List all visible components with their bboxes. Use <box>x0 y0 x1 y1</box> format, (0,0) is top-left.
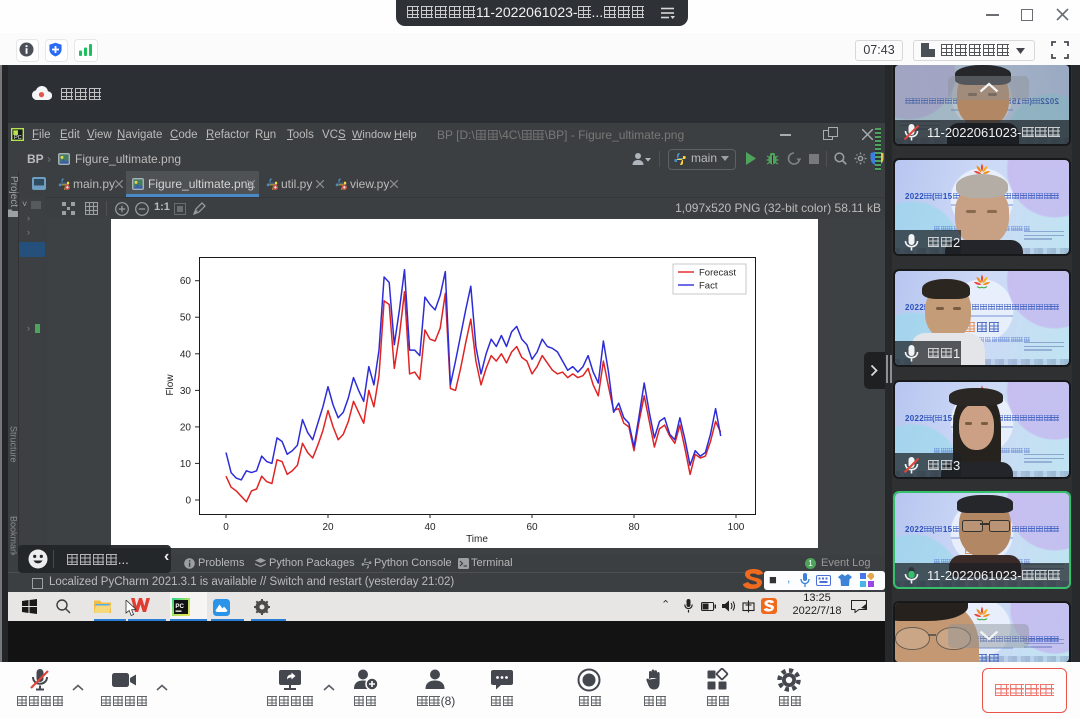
svg-text:Forecast: Forecast <box>699 268 736 279</box>
svg-text:Time: Time <box>466 534 488 545</box>
svg-text:20: 20 <box>322 522 334 533</box>
svg-text:100: 100 <box>728 522 745 533</box>
svg-text:20: 20 <box>180 422 192 433</box>
svg-text:40: 40 <box>424 522 436 533</box>
svg-text:Flow: Flow <box>165 374 176 396</box>
svg-text:0: 0 <box>185 496 191 507</box>
svg-text:10: 10 <box>180 459 192 470</box>
svg-text:80: 80 <box>628 522 640 533</box>
svg-text:Fact: Fact <box>699 281 718 292</box>
svg-text:50: 50 <box>180 313 192 324</box>
svg-text:0: 0 <box>223 522 229 533</box>
svg-text:30: 30 <box>180 386 192 397</box>
svg-text:60: 60 <box>526 522 538 533</box>
svg-text:PC: PC <box>175 603 184 610</box>
svg-text:PC: PC <box>14 135 22 141</box>
svg-text:40: 40 <box>180 349 192 360</box>
svg-text:60: 60 <box>180 276 192 287</box>
